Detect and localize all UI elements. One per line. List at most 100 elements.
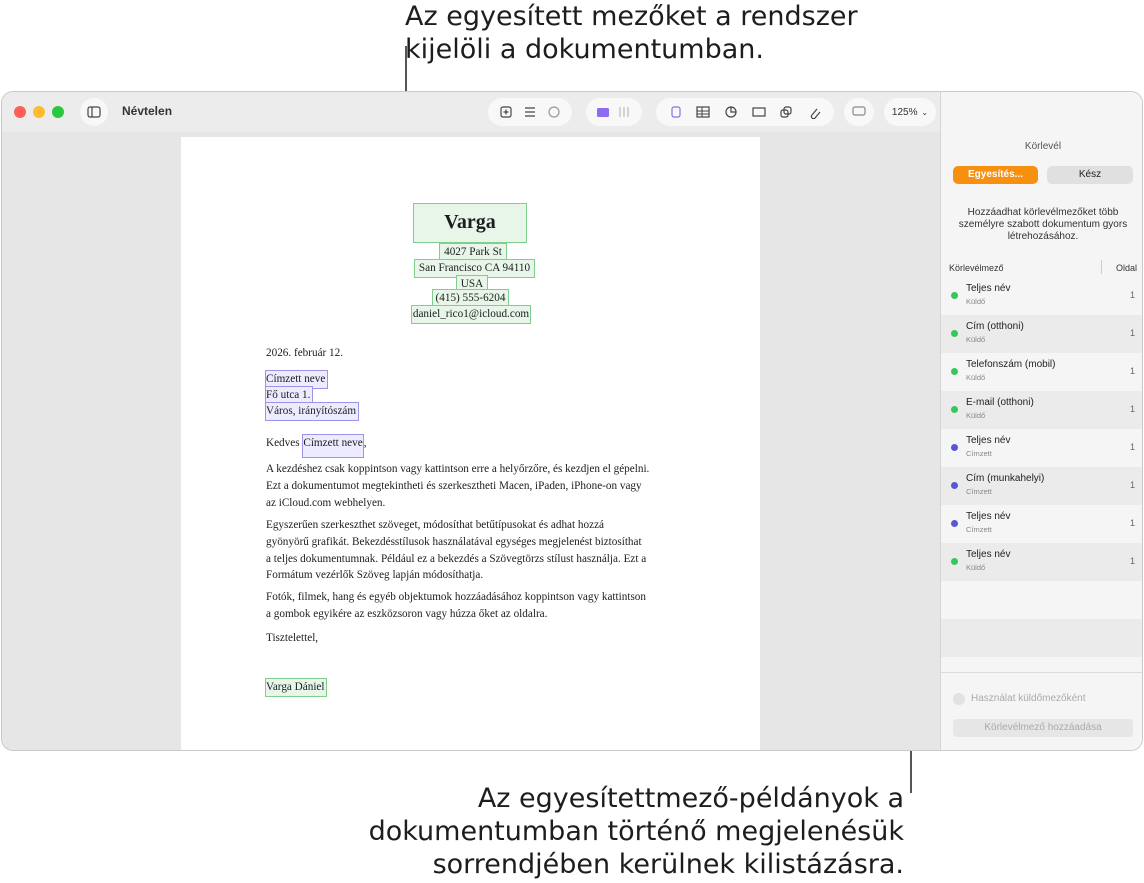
merge-field-row[interactable]: Telefonszám (mobil) Küldő 1: [941, 353, 1142, 391]
empty-list-row: [941, 619, 1142, 657]
field-page: 1: [1129, 290, 1135, 300]
field-type-dot-icon: [951, 482, 958, 489]
text-icon[interactable]: [752, 105, 766, 119]
callout-bottom-line-2: dokumentumban történő megjelenésük: [368, 816, 904, 847]
sidebar-title: Körlevél: [1024, 141, 1062, 152]
merge-field-row[interactable]: Cím (otthoni) Küldő 1: [941, 315, 1142, 353]
document-page[interactable]: Varga Dániel 4027 Park St San Francisco …: [181, 137, 760, 750]
field-type: Küldő: [966, 563, 986, 572]
done-button[interactable]: Kész: [1047, 166, 1133, 184]
paragraph-1-line-3: az iCloud.com webhelyen.: [266, 496, 386, 509]
window-title: Névtelen: [122, 104, 173, 118]
sidebar-toggle-icon: [87, 105, 101, 119]
list-icon[interactable]: [523, 105, 537, 119]
field-page: 1: [1129, 404, 1135, 414]
salutation-suffix: ,: [363, 437, 367, 449]
paragraph-1-line-2: Ezt a dokumentumot megtekintheti és szer…: [266, 479, 642, 492]
letter-date: 2026. február 12.: [266, 347, 344, 359]
merge-field-row[interactable]: E-mail (otthoni) Küldő 1: [941, 391, 1142, 429]
shape-icon[interactable]: [779, 105, 793, 119]
field-type: Küldő: [966, 297, 986, 306]
salutation-prefix: Kedves: [266, 437, 303, 449]
field-type: Címzett: [966, 487, 992, 496]
merge-field-sender-name[interactable]: Varga Dániel: [413, 203, 527, 269]
callout-top-line-2: kijelöli a dokumentumban.: [405, 34, 764, 65]
close-window-button[interactable]: [14, 106, 26, 118]
field-type-dot-icon: [951, 444, 958, 451]
merge-field-row[interactable]: Teljes név Küldő 1: [941, 277, 1142, 315]
paragraph-2-line-3: a teljes dokumentumnak. Például ez a bek…: [266, 552, 647, 565]
sidebar-toggle-button[interactable]: [80, 98, 108, 126]
body-paragraph-2[interactable]: Egyszerűen szerkeszthet szöveget, módosí…: [266, 517, 646, 584]
field-page: 1: [1129, 442, 1135, 452]
field-name: Cím (munkahelyi): [966, 473, 1045, 484]
field-type-dot-icon: [951, 558, 958, 565]
callout-top: Az egyesített mezőket a rendszer kijelöl…: [405, 0, 965, 66]
media-group: [586, 98, 642, 126]
merge-field-salutation-name[interactable]: Címzett neve: [302, 434, 364, 458]
merge-field-row[interactable]: Teljes név Címzett 1: [941, 429, 1142, 467]
paragraph-1-line-1: A kezdéshez csak koppintson vagy kattint…: [266, 463, 650, 475]
grid-icon[interactable]: [618, 105, 632, 119]
use-sender-fields-checkbox[interactable]: [953, 693, 965, 705]
field-page: 1: [1129, 366, 1135, 376]
field-page: 1: [1129, 518, 1135, 528]
mail-merge-sidebar: Körlevél Egyesítés... Kész Hozzáadhat kö…: [940, 92, 1142, 750]
field-list: Teljes név Küldő 1 Cím (otthoni) Küldő 1 Telef…: [941, 277, 1142, 671]
paragraph-2-line-1: Egyszerűen szerkeszthet szöveget, módosí…: [266, 519, 604, 531]
field-page: 1: [1129, 328, 1135, 338]
zoom-select[interactable]: 125% ⌄: [884, 98, 936, 126]
field-type-dot-icon: [951, 406, 958, 413]
field-type-dot-icon: [951, 330, 958, 337]
body-paragraph-3[interactable]: Fotók, filmek, hang és egyéb objektumok …: [266, 589, 646, 623]
sidebar-bottom: Használat küldőmezőként Körlevélmező hoz…: [941, 672, 1142, 750]
letter-closing: Tisztelettel,: [266, 632, 319, 644]
objects-group: [656, 98, 834, 126]
field-name: Teljes név: [966, 283, 1011, 294]
column-page-label: Oldal: [1115, 263, 1137, 273]
merge-field-sender-email[interactable]: daniel_rico1@icloud.com: [411, 305, 531, 324]
sparkle-icon[interactable]: [547, 105, 561, 119]
callout-bottom-line-1: Az egyesítettmező-példányok a: [477, 783, 904, 814]
insert-group: [488, 98, 572, 126]
chart-icon[interactable]: [724, 105, 738, 119]
comment-icon: [852, 105, 866, 119]
text-box-icon[interactable]: [669, 105, 683, 119]
field-type: Címzett: [966, 449, 992, 458]
field-type: Küldő: [966, 373, 986, 382]
field-name: Telefonszám (mobil): [966, 359, 1056, 370]
body-paragraph-1[interactable]: A kezdéshez csak koppintson vagy kattint…: [266, 461, 649, 511]
field-name: Cím (otthoni): [966, 321, 1024, 332]
field-type: Címzett: [966, 525, 992, 534]
add-merge-field-button[interactable]: Körlevélmező hozzáadása: [953, 719, 1133, 737]
field-name: Teljes név: [966, 511, 1011, 522]
column-field-label: Körlevélmező: [949, 263, 1004, 273]
merge-field-row[interactable]: Cím (munkahelyi) Címzett 1: [941, 467, 1142, 505]
paragraph-2-line-4: Formátum vezérlők Szöveg lapján módosíth…: [266, 569, 484, 582]
merge-field-signature[interactable]: Varga Dániel: [265, 678, 327, 697]
field-name: Teljes név: [966, 435, 1011, 446]
attachment-icon[interactable]: [807, 105, 821, 120]
field-name: E-mail (otthoni): [966, 397, 1034, 408]
document-canvas: Varga Dániel 4027 Park St San Francisco …: [2, 132, 940, 750]
merge-field-row[interactable]: Teljes név Címzett 1: [941, 505, 1142, 543]
comment-button[interactable]: [844, 98, 874, 126]
field-type: Küldő: [966, 411, 986, 420]
callout-top-line-1: Az egyesített mezőket a rendszer: [405, 1, 858, 32]
merge-field-recipient-address-2[interactable]: Város, irányítószám: [265, 402, 360, 421]
merge-button[interactable]: Egyesítés...: [953, 166, 1038, 184]
minimize-window-button[interactable]: [33, 106, 45, 118]
table-icon[interactable]: [696, 105, 711, 119]
field-type-dot-icon: [951, 292, 958, 299]
paragraph-3-line-2: a gombok egyikére az eszközsoron vagy hú…: [266, 607, 548, 620]
add-page-icon[interactable]: [499, 105, 513, 119]
paragraph-2-line-2: gyönyörű grafikát. Bekezdésstílusok hasz…: [266, 535, 642, 548]
merge-field-row[interactable]: Teljes név Küldő 1: [941, 543, 1142, 581]
field-name: Teljes név: [966, 549, 1011, 560]
chevron-down-icon: ⌄: [921, 107, 929, 117]
media-icon[interactable]: [596, 105, 610, 119]
column-divider: [1101, 260, 1102, 274]
zoom-window-button[interactable]: [52, 106, 64, 118]
field-type-dot-icon: [951, 368, 958, 375]
empty-list-row: [941, 581, 1142, 619]
